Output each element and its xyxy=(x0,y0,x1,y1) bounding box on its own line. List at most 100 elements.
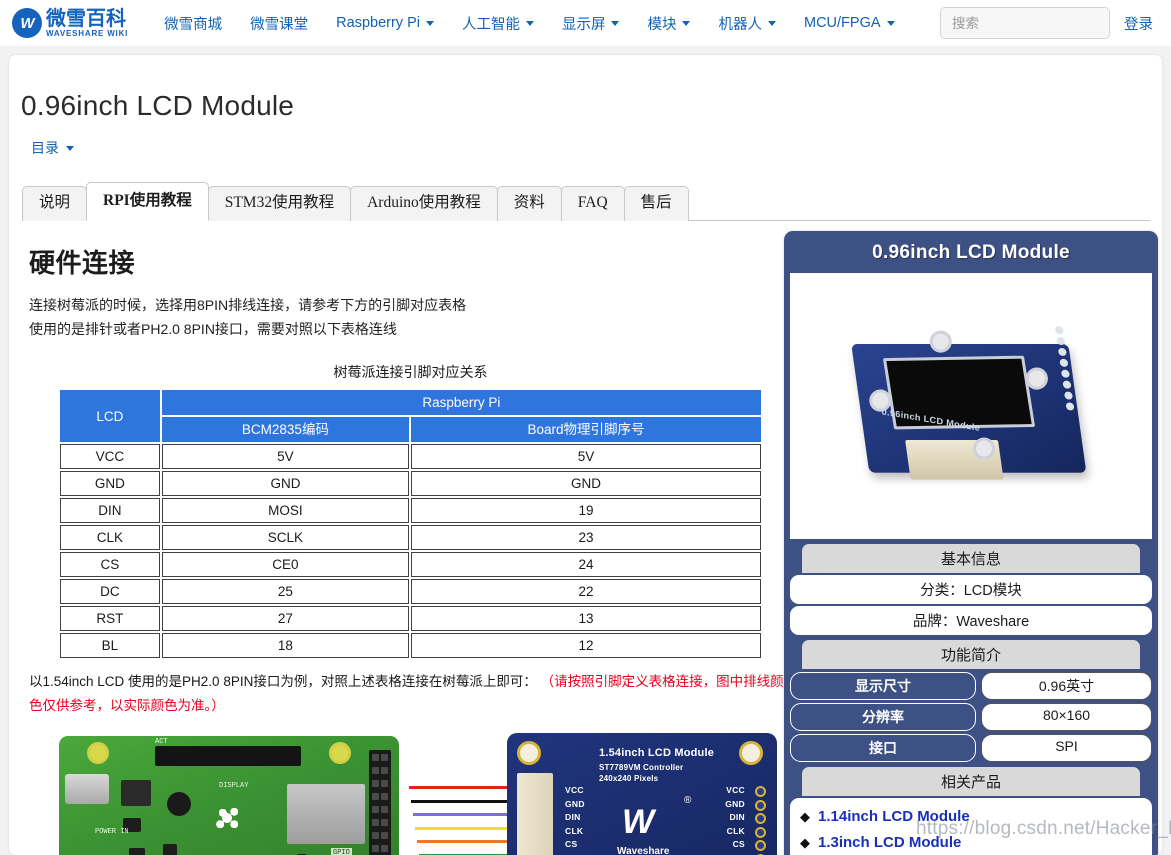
ph2-connector xyxy=(517,773,553,855)
infobox-product-image: 0.96inch LCD Module xyxy=(790,273,1152,539)
nav-item-label: 人工智能 xyxy=(462,13,520,34)
waveshare-mark-icon: W xyxy=(622,803,652,842)
lcd-resolution-text: 240x240 Pixels xyxy=(599,774,658,783)
cell-lcd: DC xyxy=(60,579,160,604)
infobox-related-list: ◆1.14inch LCD Module◆ 1.3inch LCD Module◆… xyxy=(790,798,1152,855)
infobox-feature-key: 接口 xyxy=(790,734,976,762)
lcd-pin-label: CS xyxy=(565,838,585,852)
nav-right-group: 登录 xyxy=(940,7,1157,39)
infobox-feature-rows: 显示尺寸0.96英寸分辨率80×160接口SPI xyxy=(790,672,1152,762)
related-product-link[interactable]: ◆1.14inch LCD Module xyxy=(800,804,1142,830)
tab-2[interactable]: STM32使用教程 xyxy=(208,186,351,221)
section-heading-hardware-connection: 硬件连接 xyxy=(29,243,784,280)
nav-item-7[interactable]: MCU/FPGA xyxy=(790,9,909,37)
infobox-basic-row: 品牌：Waveshare xyxy=(790,606,1152,635)
related-product-link[interactable]: ◆ 1.3inch LCD Module xyxy=(800,830,1142,855)
cell-bcm: 27 xyxy=(162,606,409,631)
nav-item-3[interactable]: 人工智能 xyxy=(448,7,548,40)
nav-item-6[interactable]: 机器人 xyxy=(704,7,790,40)
side-column: 0.96inch LCD Module 0.96inch LCD Mo xyxy=(784,221,1162,855)
top-navigation-bar: W 微雪百科 WAVESHARE WIKI 微雪商城微雪课堂 Raspberry … xyxy=(0,0,1171,46)
lcd-solder-pads xyxy=(755,786,766,855)
related-product-label: 1.14inch LCD Module xyxy=(818,804,970,830)
lcd-module-board-photo: 1.54inch LCD Module ST7789VM Controller … xyxy=(507,733,777,855)
cell-board: 5V xyxy=(411,444,761,469)
cell-board: 22 xyxy=(411,579,761,604)
cell-bcm: 25 xyxy=(162,579,409,604)
diamond-bullet-icon: ◆ xyxy=(800,830,810,855)
chevron-down-icon xyxy=(426,21,434,26)
cell-lcd: BL xyxy=(60,633,160,658)
toc-toggle-button[interactable]: 目录 xyxy=(31,138,74,158)
header-board-pin: Board物理引脚序号 xyxy=(411,417,761,442)
wiring-note: 以1.54inch LCD 使用的是PH2.0 8PIN接口为例，对照上述表格连… xyxy=(29,670,784,718)
lcd-pin-label: CLK xyxy=(565,825,585,839)
table-row: GNDGNDGND xyxy=(60,471,761,496)
search-input[interactable] xyxy=(940,7,1110,39)
infobox-feature-value: 0.96英寸 xyxy=(981,672,1152,700)
lcd-controller-text: ST7789VM Controller xyxy=(599,763,683,772)
chevron-down-icon xyxy=(768,21,776,26)
infobox-section-basic-info: 基本信息 xyxy=(802,544,1140,573)
wiring-diagram-image: ACT DISPLAY POWER IN HDMI0 GPIO xyxy=(47,730,777,855)
pin-table-body: VCC5V5VGNDGNDGNDDINMOSI19CLKSCLK23CSCE02… xyxy=(60,444,761,658)
tab-5[interactable]: FAQ xyxy=(561,186,625,221)
tab-6[interactable]: 售后 xyxy=(624,186,689,221)
pin-table-head: LCD Raspberry Pi BCM2835编码 Board物理引脚序号 xyxy=(60,390,761,442)
table-row: RST2713 xyxy=(60,606,761,631)
chevron-down-icon xyxy=(66,146,74,151)
nav-item-label: 机器人 xyxy=(718,13,762,34)
tab-1[interactable]: RPI使用教程 xyxy=(86,182,209,221)
lcd-pin-label: DC xyxy=(725,852,745,855)
infobox-feature-value: SPI xyxy=(981,734,1152,762)
chevron-down-icon xyxy=(682,21,690,26)
infobox-basic-rows: 分类：LCD模块品牌：Waveshare xyxy=(790,575,1152,635)
lcd-brand-text: Waveshare xyxy=(617,846,669,855)
related-product-label: 1.3inch LCD Module xyxy=(818,830,961,855)
cell-board: 12 xyxy=(411,633,761,658)
tab-bar: 说明RPI使用教程STM32使用教程Arduino使用教程资料FAQ售后 xyxy=(22,185,1150,221)
cell-bcm: GND xyxy=(162,471,409,496)
infobox-feature-row: 接口SPI xyxy=(790,734,1152,762)
infobox-feature-key: 显示尺寸 xyxy=(790,672,976,700)
cell-lcd: RST xyxy=(60,606,160,631)
tab-0[interactable]: 说明 xyxy=(22,186,87,221)
infobox-feature-value: 80×160 xyxy=(981,703,1152,731)
infobox-basic-row: 分类：LCD模块 xyxy=(790,575,1152,604)
tab-4[interactable]: 资料 xyxy=(497,186,562,221)
paragraph-1: 连接树莓派的时候，选择用8PIN排线连接，请参考下方的引脚对应表格 xyxy=(29,294,784,316)
infobox-section-features: 功能简介 xyxy=(802,640,1140,669)
logo-title-en: WAVESHARE WIKI xyxy=(46,30,128,38)
paragraph-2: 使用的是排针或者PH2.0 8PIN接口，需要对照以下表格连线 xyxy=(29,318,784,340)
nav-item-2[interactable]: Raspberry Pi xyxy=(322,9,448,37)
login-link[interactable]: 登录 xyxy=(1124,13,1157,34)
cell-bcm: 5V xyxy=(162,444,409,469)
table-row: CLKSCLK23 xyxy=(60,525,761,550)
content-card: 0.96inch LCD Module 目录 说明RPI使用教程STM32使用教… xyxy=(9,55,1162,855)
nav-item-1[interactable]: 微雪课堂 xyxy=(236,7,322,40)
table-row: BL1812 xyxy=(60,633,761,658)
lcd-pin-label: VCC xyxy=(565,784,585,798)
nav-item-label: 模块 xyxy=(647,13,676,34)
lcd-pin-labels-right: VCCGNDDINCLKCSDCRSTBL xyxy=(725,784,745,855)
cell-lcd: CS xyxy=(60,552,160,577)
nav-item-label: MCU/FPGA xyxy=(804,15,881,31)
gpio-header xyxy=(369,750,391,855)
lcd-module-product-photo: 0.96inch LCD Module xyxy=(841,297,1101,514)
wiring-note-black: 以1.54inch LCD 使用的是PH2.0 8PIN接口为例，对照上述表格连… xyxy=(29,674,537,689)
nav-item-label: 显示屏 xyxy=(562,13,606,34)
header-bcm2835: BCM2835编码 xyxy=(162,417,409,442)
nav-item-4[interactable]: 显示屏 xyxy=(548,7,634,40)
tab-3[interactable]: Arduino使用教程 xyxy=(350,186,498,221)
nav-item-label: Raspberry Pi xyxy=(336,15,420,31)
nav-links: 微雪商城微雪课堂 Raspberry Pi 人工智能 显示屏 模块 机器人 MCU/FPGA xyxy=(150,7,940,40)
logo-title-cn: 微雪百科 xyxy=(46,9,128,29)
waveshare-logo-icon: W xyxy=(12,8,42,38)
table-row: CSCE024 xyxy=(60,552,761,577)
nav-item-0[interactable]: 微雪商城 xyxy=(150,7,236,40)
site-logo[interactable]: W 微雪百科 WAVESHARE WIKI xyxy=(12,8,128,38)
chevron-down-icon xyxy=(526,21,534,26)
nav-item-5[interactable]: 模块 xyxy=(633,7,704,40)
cell-bcm: SCLK xyxy=(162,525,409,550)
toc-toggle-label: 目录 xyxy=(31,138,59,158)
